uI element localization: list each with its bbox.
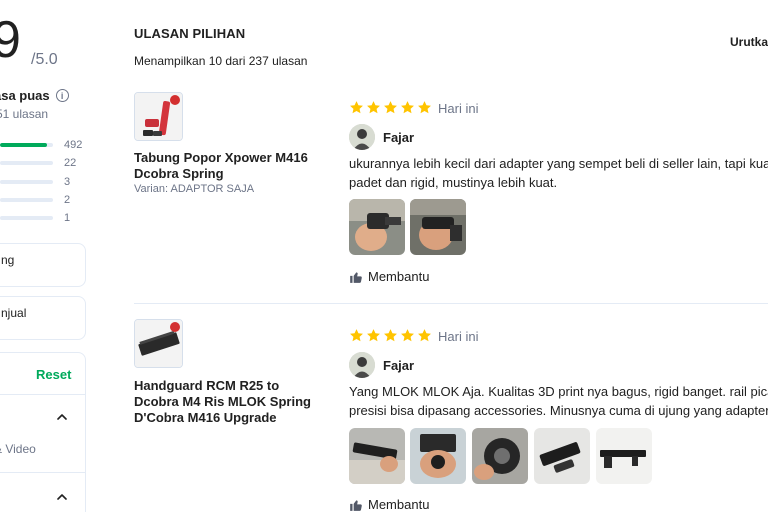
rating-bar <box>0 143 53 147</box>
helpful-label: Membantu <box>368 269 430 284</box>
media-filter-label[interactable]: & Video <box>0 442 36 456</box>
topic-filter-label: ng <box>1 253 15 267</box>
product-thumbnail[interactable] <box>134 92 183 141</box>
rating-count: 51 ulasan <box>0 107 49 121</box>
rating-bar <box>0 198 53 202</box>
rating-bar-row[interactable]: 2 <box>0 193 90 207</box>
chevron-up-icon[interactable] <box>57 412 67 422</box>
seller-filter-label: njual <box>1 306 27 320</box>
rating-bar-fill <box>0 143 47 147</box>
average-rating: 9 <box>0 11 21 69</box>
rating-bar-row[interactable]: 22 <box>0 156 90 170</box>
chevron-up-icon[interactable] <box>57 492 67 502</box>
review-date: Hari ini <box>438 329 479 344</box>
avatar[interactable] <box>349 124 375 150</box>
reset-button[interactable]: Reset <box>36 367 71 382</box>
rating-max: /5.0 <box>31 51 58 68</box>
rating-bar-count: 492 <box>64 139 83 151</box>
rating-bar-row[interactable]: 3 <box>0 175 90 189</box>
section-title: ULASAN PILIHAN <box>134 26 246 41</box>
topic-filter-card[interactable]: ng <box>0 243 86 287</box>
review-photo[interactable] <box>534 428 590 484</box>
review-divider <box>134 303 768 304</box>
review-photo[interactable] <box>410 428 466 484</box>
info-icon[interactable]: i <box>55 89 69 102</box>
product-variant: Varian: ADAPTOR SAJA <box>134 183 255 195</box>
helpful-label: Membantu <box>368 497 430 512</box>
filter-divider <box>0 472 86 473</box>
reviewer-name[interactable]: Fajar <box>383 130 414 145</box>
product-thumbnail[interactable] <box>134 319 183 368</box>
rating-bar-row[interactable]: 492 <box>0 138 90 152</box>
review-count-text: Menampilkan 10 dari 237 ulasan <box>134 54 308 68</box>
star-icon <box>350 329 363 342</box>
sort-dropdown[interactable]: Urutkan <box>730 35 768 49</box>
rating-bar <box>0 161 53 165</box>
product-name[interactable]: Handguard RCM R25 to Dcobra M4 Ris MLOK … <box>134 378 314 426</box>
review-date: Hari ini <box>438 101 479 116</box>
review-text-line: padet dan rigid, mustinya lebih kuat. <box>349 175 558 190</box>
review-text-line: presisi bisa dipasang accessories. Minus… <box>349 403 768 418</box>
rating-bar-row[interactable]: 1 <box>0 211 90 225</box>
rating-bar <box>0 216 53 220</box>
satisfaction-label: asa puas i <box>0 88 69 103</box>
review-photo[interactable] <box>410 199 466 255</box>
star-icon <box>350 101 363 114</box>
rating-bar-count: 1 <box>64 212 71 224</box>
rating-bar-count: 2 <box>64 194 71 206</box>
star-icon <box>384 329 397 342</box>
seller-filter-card[interactable]: njual <box>0 296 86 340</box>
rating-bar-count: 22 <box>64 157 77 169</box>
review-photo[interactable] <box>596 428 652 484</box>
review-text-line: Yang MLOK MLOK Aja. Kualitas 3D print ny… <box>349 384 768 399</box>
helpful-button[interactable]: Membantu <box>349 497 429 512</box>
avatar[interactable] <box>349 352 375 378</box>
star-icon <box>401 101 414 114</box>
helpful-button[interactable]: Membantu <box>349 269 429 284</box>
filter-divider <box>0 394 86 395</box>
product-name[interactable]: Tabung Popor Xpower M416 Dcobra Spring <box>134 150 314 182</box>
reviewer-name[interactable]: Fajar <box>383 358 414 373</box>
star-icon <box>401 329 414 342</box>
rating-bar-count: 3 <box>64 176 71 188</box>
thumbs-up-icon <box>350 271 362 283</box>
review-text: ukurannya lebih kecil dari adapter yang … <box>349 154 768 192</box>
star-rating <box>349 100 432 115</box>
star-icon <box>367 101 380 114</box>
review-photo[interactable] <box>349 199 405 255</box>
rating-bar <box>0 180 53 184</box>
satisfaction-text: asa puas <box>0 88 50 103</box>
review-photo[interactable] <box>472 428 528 484</box>
star-icon <box>384 101 397 114</box>
star-rating <box>349 328 432 343</box>
review-text-line: ukurannya lebih kecil dari adapter yang … <box>349 156 768 171</box>
review-text: Yang MLOK MLOK Aja. Kualitas 3D print ny… <box>349 382 768 420</box>
star-icon <box>367 329 380 342</box>
thumbs-up-icon <box>350 499 362 511</box>
review-photo[interactable] <box>349 428 405 484</box>
star-icon <box>418 329 431 342</box>
star-icon <box>418 101 431 114</box>
